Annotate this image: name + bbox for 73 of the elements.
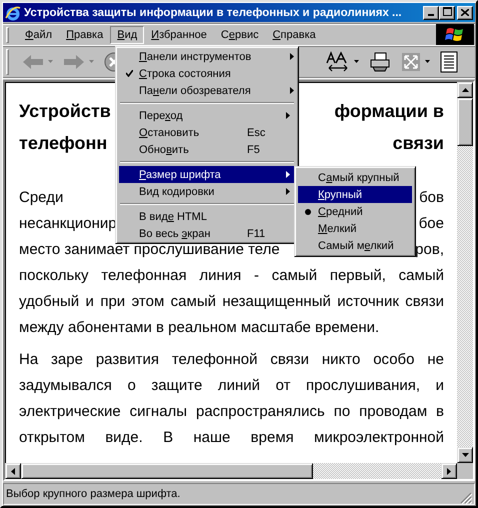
window-title: Устройства защиты информации в телефонных и радиолиниях ... <box>24 6 403 18</box>
menu-item[interactable]: Строка состояния <box>119 65 295 82</box>
radio-bullet-icon <box>305 208 311 214</box>
dropdown-arrow-icon[interactable] <box>354 60 359 63</box>
maximize-button[interactable] <box>439 6 455 20</box>
browser-icon <box>5 4 21 20</box>
minimize-icon <box>428 14 434 16</box>
maximize-icon <box>442 6 452 16</box>
submenu-arrow-icon <box>286 171 290 178</box>
scroll-up-button[interactable] <box>457 82 473 98</box>
left-arrow-icon <box>11 468 15 474</box>
menu-item[interactable]: Панели обозревателя <box>119 82 295 99</box>
menu-item[interactable]: Панели инструментов <box>119 48 295 65</box>
down-arrow-icon <box>462 453 468 457</box>
menu-item[interactable]: Избранное <box>144 26 214 44</box>
up-arrow-icon <box>462 88 468 92</box>
close-icon <box>461 9 469 16</box>
menu-item[interactable]: Самый мелкий <box>298 237 412 254</box>
menu-item[interactable]: Файл <box>18 26 60 44</box>
scroll-left-button[interactable] <box>5 463 21 479</box>
scroll-down-button[interactable] <box>457 447 473 463</box>
body-text: несанкционир <box>19 214 117 234</box>
menu-item[interactable]: Обновить F5 <box>119 141 295 158</box>
menu-item[interactable]: Крупный <box>298 186 412 203</box>
submenu-arrow-icon <box>286 112 290 119</box>
menu-item[interactable]: Средний <box>298 203 412 220</box>
windows-logo-icon <box>436 24 474 45</box>
menu-item[interactable]: Мелкий <box>298 220 412 237</box>
body-text: бое <box>418 214 444 234</box>
heading-text: телефонн <box>19 132 108 155</box>
body-text: задумывался о защите линий от прослушивания, и <box>19 376 444 396</box>
body-text: открытом виде. В наше время микроэлектронной <box>19 428 444 448</box>
body-text: поскольку телефонная линия - самый первый, самый <box>19 266 444 286</box>
menu-item[interactable]: В виде HTML <box>119 208 295 225</box>
body-text: бов <box>419 188 444 208</box>
horizontal-scrollbar[interactable] <box>5 463 457 479</box>
menu-item[interactable]: Переход <box>119 107 295 124</box>
body-text: место занимает прослушивание теле <box>19 240 280 260</box>
heading-text: связи <box>392 132 444 155</box>
body-text: между абонентами в реальном масштабе времени. <box>19 318 380 338</box>
notepad-icon[interactable] <box>440 50 458 72</box>
dropdown-arrow-icon[interactable] <box>425 60 430 63</box>
menu-item[interactable]: Остановить Esc <box>119 124 295 141</box>
body-text: На заре развития телефонной связи никто особо не <box>19 350 444 370</box>
menu-item[interactable]: Сервис <box>214 26 266 44</box>
vertical-scrollbar[interactable] <box>457 82 473 463</box>
body-text: Среди <box>19 188 64 208</box>
submenu-arrow-icon <box>286 188 290 195</box>
status-text: Выбор крупного размера шрифта. <box>6 488 180 500</box>
minimize-button[interactable] <box>423 6 439 20</box>
menu-item[interactable]: Самый крупный <box>298 169 412 186</box>
menu-item[interactable]: Вид кодировки <box>119 183 295 200</box>
menu-item[interactable]: Во весь экран F11 <box>119 225 295 242</box>
checkmark-icon <box>126 70 132 77</box>
scroll-right-button[interactable] <box>441 463 457 479</box>
submenu-arrow-icon <box>290 87 294 94</box>
body-text: удобный и при этом самый незащищенный источник связи <box>19 292 444 312</box>
body-text: ров, <box>415 240 444 260</box>
submenu-arrow-icon <box>290 53 294 60</box>
print-icon[interactable] <box>369 52 391 72</box>
scroll-thumb[interactable] <box>21 463 313 479</box>
close-button[interactable] <box>457 6 473 20</box>
scroll-thumb[interactable] <box>457 98 473 146</box>
right-arrow-icon <box>447 468 451 474</box>
heading-text: формации в <box>334 100 444 123</box>
menu-item[interactable]: Правка <box>59 26 110 44</box>
menu-item[interactable]: Вид <box>110 26 144 44</box>
menu-item[interactable]: Размер шрифта <box>119 166 295 183</box>
font-size-icon[interactable] <box>326 50 350 72</box>
resize-grip-icon[interactable] <box>460 492 472 504</box>
body-text: электрические сигналы распространялись по проводам в <box>19 402 444 422</box>
menu-item[interactable]: Справка <box>266 26 323 44</box>
heading-text: Устройств <box>19 100 111 123</box>
